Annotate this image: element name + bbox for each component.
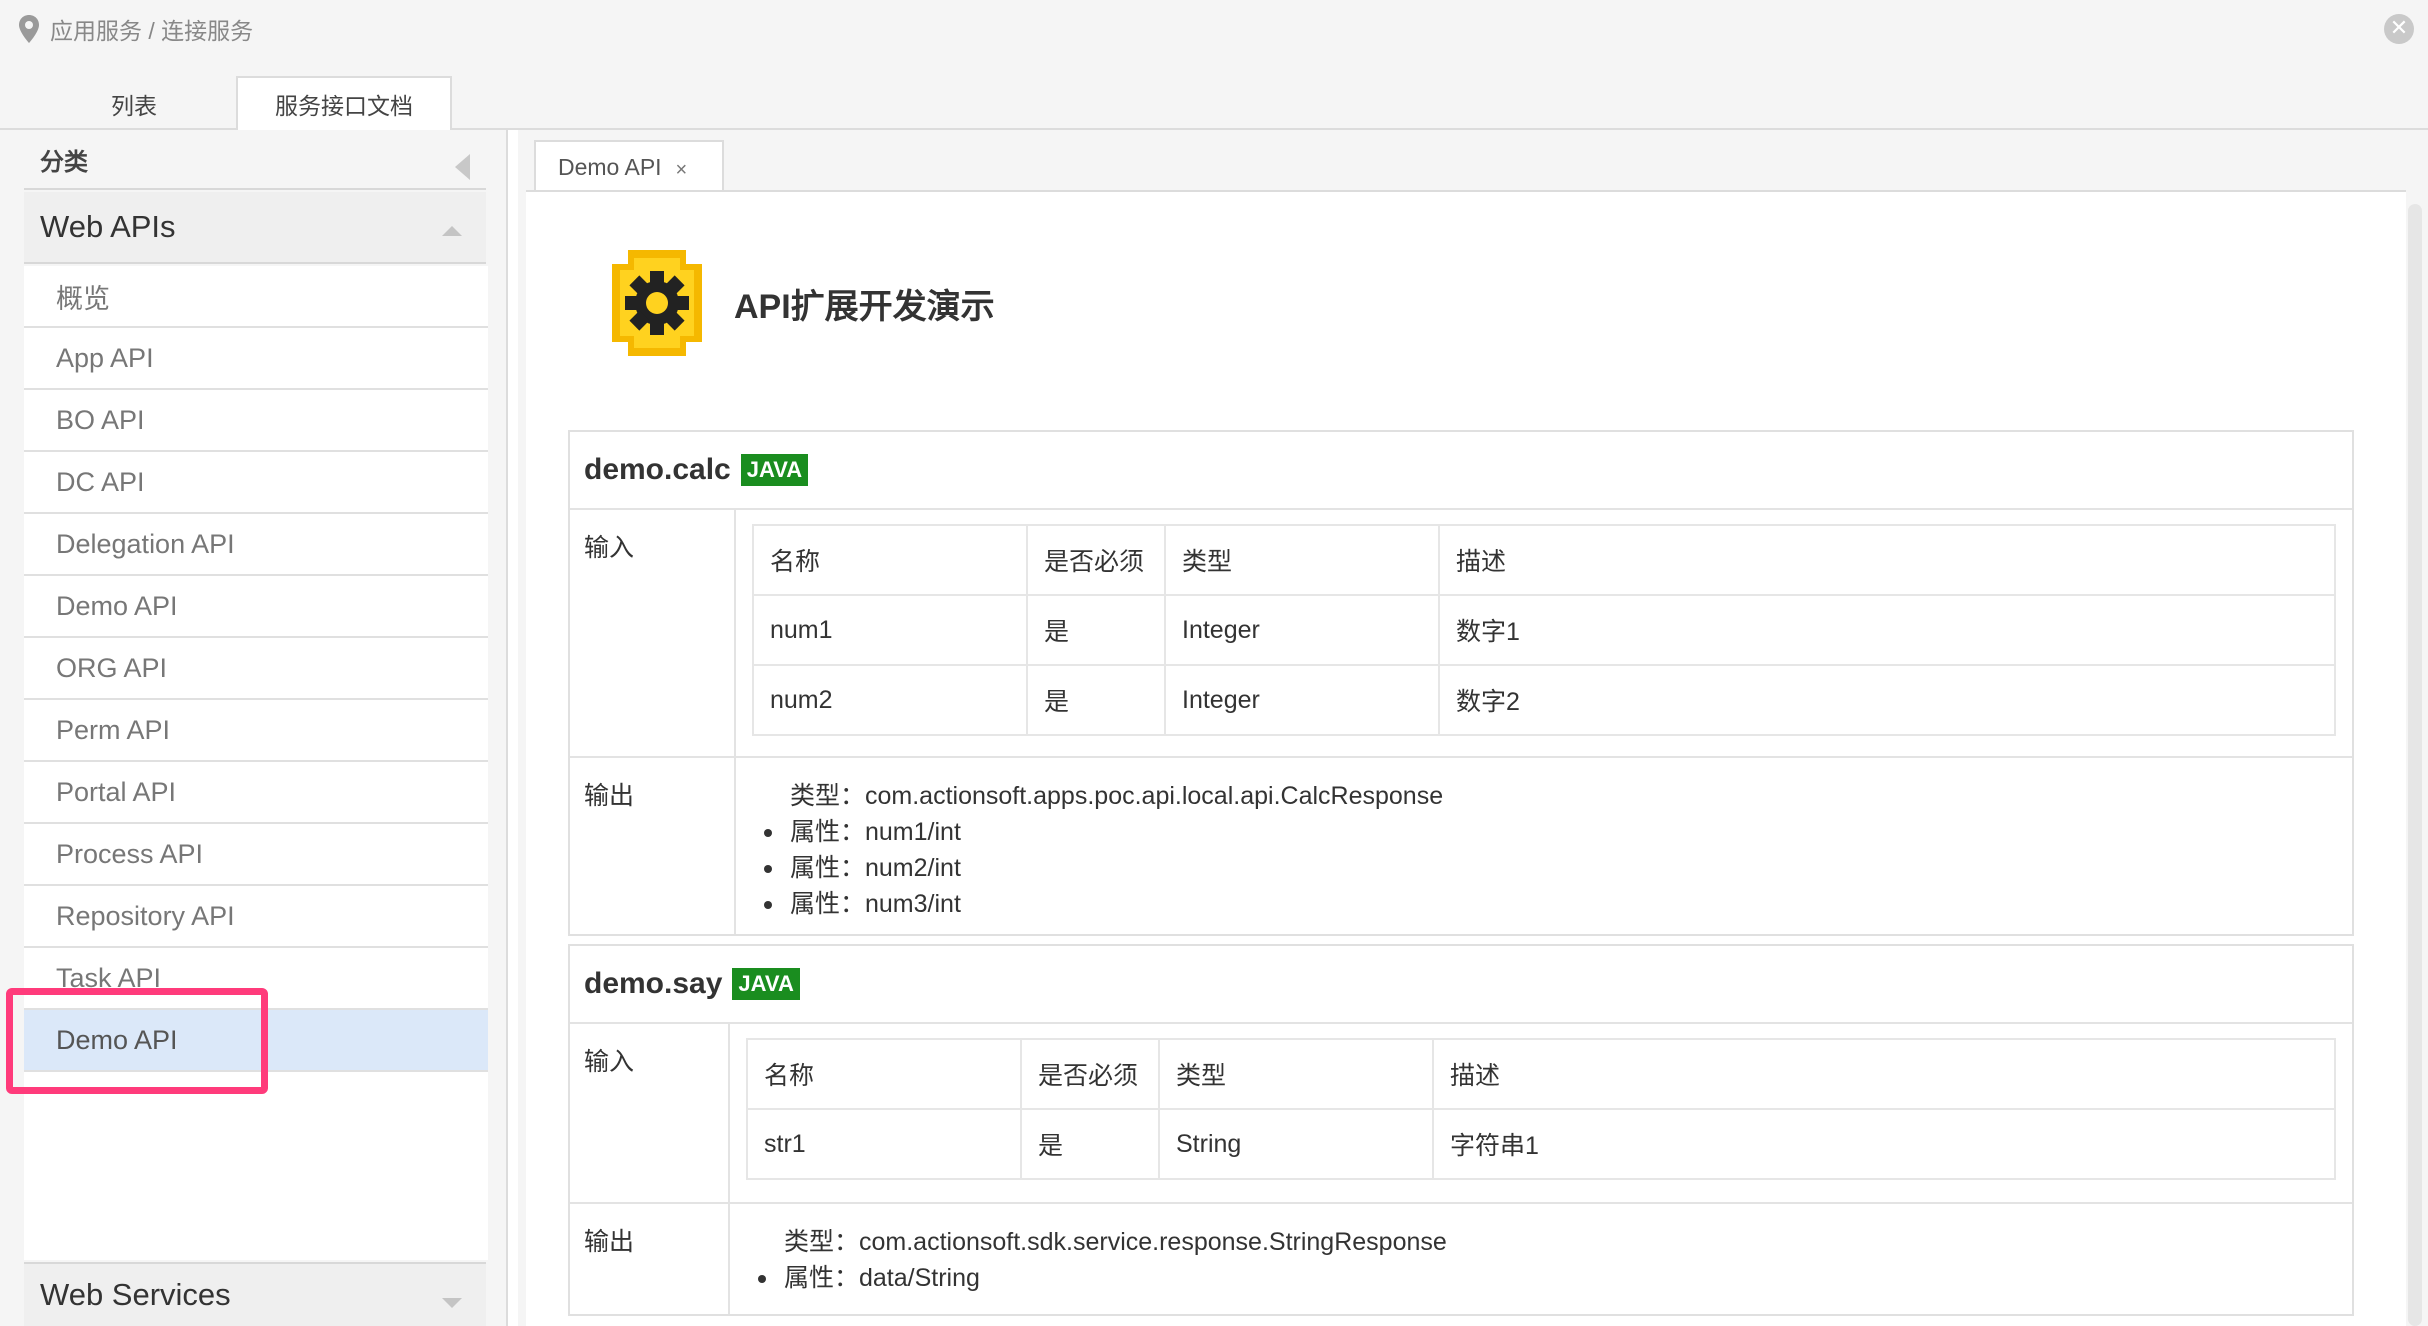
api-header: API扩展开发演示 xyxy=(598,244,995,362)
doc-panel: Demo API × API扩展开发演示 demo.calc JAVA 输入 名… xyxy=(518,130,2428,1326)
vertical-scrollbar[interactable] xyxy=(2408,204,2422,1326)
tab-service-docs[interactable]: 服务接口文档 xyxy=(236,76,452,132)
java-badge: JAVA xyxy=(732,968,800,1000)
chevron-down-icon xyxy=(442,1298,462,1308)
output-property: 属性：num3/int xyxy=(764,886,2336,922)
param-name: str1 xyxy=(746,1108,1022,1180)
tab-strip: 列表 服务接口文档 xyxy=(0,58,2428,132)
sidebar-item-repository-api[interactable]: Repository API xyxy=(24,886,488,948)
column-header: 类型 xyxy=(1158,1038,1434,1110)
param-desc: 数字2 xyxy=(1438,664,2336,736)
category-header: 分类 xyxy=(24,130,486,190)
output-property: 属性：data/String xyxy=(758,1260,2336,1296)
output-list: 类型：com.actionsoft.apps.poc.api.local.api… xyxy=(752,772,2336,932)
sidebar-item-perm-api[interactable]: Perm API xyxy=(24,700,488,762)
close-circle-icon[interactable]: ✕ xyxy=(2384,14,2414,44)
input-row: 输入 名称 是否必须 类型 描述 num1 是 Integer 数字1 num2… xyxy=(570,510,2352,758)
collapse-sidebar-icon[interactable] xyxy=(455,154,470,180)
output-property: 属性：num2/int xyxy=(764,850,2336,886)
sidebar-item-demo-api[interactable]: Demo API xyxy=(24,576,488,638)
params-table: 名称 是否必须 类型 描述 num1 是 Integer 数字1 num2 是 … xyxy=(752,524,2336,736)
category-title: 分类 xyxy=(40,148,88,176)
sidebar-empty-area xyxy=(24,1072,488,1260)
output-body: 类型：com.actionsoft.sdk.service.response.S… xyxy=(730,1204,2352,1314)
method-title: demo.calc JAVA xyxy=(570,432,2352,510)
sidebar-item-app-api[interactable]: App API xyxy=(24,328,488,390)
column-header: 类型 xyxy=(1164,524,1440,596)
column-header: 描述 xyxy=(1438,524,2336,596)
input-row: 输入 名称 是否必须 类型 描述 str1 是 String 字符串1 xyxy=(570,1024,2352,1204)
param-type: Integer xyxy=(1164,594,1440,666)
breadcrumb: 应用服务 / 连接服务 xyxy=(18,12,253,46)
sidebar-item-dc-api[interactable]: DC API xyxy=(24,452,488,514)
doc-tab-label: Demo API xyxy=(558,153,662,180)
sidebar-item-org-api[interactable]: ORG API xyxy=(24,638,488,700)
output-row: 输出 类型：com.actionsoft.sdk.service.respons… xyxy=(570,1204,2352,1314)
sidebar: 分类 Web APIs 概览 App API BO API DC API Del… xyxy=(0,130,508,1326)
top-bar: 应用服务 / 连接服务 ✕ xyxy=(0,0,2428,58)
doc-tab-demo-api[interactable]: Demo API × xyxy=(534,140,724,192)
method-title: demo.say JAVA xyxy=(570,946,2352,1024)
output-body: 类型：com.actionsoft.apps.poc.api.local.api… xyxy=(736,758,2352,934)
output-list: 类型：com.actionsoft.sdk.service.response.S… xyxy=(746,1218,2336,1306)
api-title: API扩展开发演示 xyxy=(734,287,995,326)
table-header-row: 名称 是否必须 类型 描述 xyxy=(746,1038,2336,1110)
column-header: 是否必须 xyxy=(1026,524,1166,596)
sidebar-item-overview[interactable]: 概览 xyxy=(24,266,488,328)
input-params: 名称 是否必须 类型 描述 num1 是 Integer 数字1 num2 是 … xyxy=(736,510,2352,756)
breadcrumb-text[interactable]: 应用服务 / 连接服务 xyxy=(50,12,253,46)
column-header: 名称 xyxy=(752,524,1028,596)
column-header: 名称 xyxy=(746,1038,1022,1110)
group-web-services[interactable]: Web Services xyxy=(24,1262,486,1326)
table-row: str1 是 String 字符串1 xyxy=(746,1108,2336,1180)
sidebar-item-process-api[interactable]: Process API xyxy=(24,824,488,886)
method-demo-say: demo.say JAVA 输入 名称 是否必须 类型 描述 str1 是 St… xyxy=(568,944,2354,1316)
param-required: 是 xyxy=(1026,594,1166,666)
group-web-apis[interactable]: Web APIs xyxy=(24,192,486,264)
column-header: 描述 xyxy=(1432,1038,2336,1110)
output-type: 类型：com.actionsoft.sdk.service.response.S… xyxy=(784,1228,1447,1256)
input-params: 名称 是否必须 类型 描述 str1 是 String 字符串1 xyxy=(730,1024,2352,1202)
method-demo-calc: demo.calc JAVA 输入 名称 是否必须 类型 描述 num1 是 I… xyxy=(568,430,2354,936)
param-desc: 字符串1 xyxy=(1432,1108,2336,1180)
table-header-row: 名称 是否必须 类型 描述 xyxy=(752,524,2336,596)
output-label: 输出 xyxy=(570,1204,730,1314)
group-web-services-label: Web Services xyxy=(40,1277,231,1312)
column-header: 是否必须 xyxy=(1020,1038,1160,1110)
method-name: demo.say xyxy=(584,967,723,1000)
param-name: num2 xyxy=(752,664,1028,736)
param-required: 是 xyxy=(1020,1108,1160,1180)
gear-icon xyxy=(612,250,702,356)
doc-content: API扩展开发演示 demo.calc JAVA 输入 名称 是否必须 类型 描… xyxy=(526,190,2406,1326)
sidebar-item-delegation-api[interactable]: Delegation API xyxy=(24,514,488,576)
group-web-apis-label: Web APIs xyxy=(40,209,176,244)
table-row: num1 是 Integer 数字1 xyxy=(752,594,2336,666)
input-label: 输入 xyxy=(570,510,736,756)
output-property: 属性：num1/int xyxy=(764,814,2336,850)
close-icon[interactable]: × xyxy=(676,159,688,182)
method-name: demo.calc xyxy=(584,453,731,486)
selection-highlight-annotation xyxy=(6,988,268,1094)
location-pin-icon xyxy=(19,15,39,43)
param-required: 是 xyxy=(1026,664,1166,736)
params-table: 名称 是否必须 类型 描述 str1 是 String 字符串1 xyxy=(746,1038,2336,1180)
table-row: num2 是 Integer 数字2 xyxy=(752,664,2336,736)
sidebar-nav-list: 概览 App API BO API DC API Delegation API … xyxy=(24,266,488,1072)
param-type: Integer xyxy=(1164,664,1440,736)
param-type: String xyxy=(1158,1108,1434,1180)
chevron-up-icon xyxy=(442,226,462,236)
output-label: 输出 xyxy=(570,758,736,934)
java-badge: JAVA xyxy=(740,454,809,486)
sidebar-item-portal-api[interactable]: Portal API xyxy=(24,762,488,824)
output-row: 输出 类型：com.actionsoft.apps.poc.api.local.… xyxy=(570,758,2352,934)
tab-list[interactable]: 列表 xyxy=(24,76,244,132)
param-name: num1 xyxy=(752,594,1028,666)
output-type: 类型：com.actionsoft.apps.poc.api.local.api… xyxy=(790,782,1444,810)
param-desc: 数字1 xyxy=(1438,594,2336,666)
sidebar-item-bo-api[interactable]: BO API xyxy=(24,390,488,452)
input-label: 输入 xyxy=(570,1024,730,1202)
